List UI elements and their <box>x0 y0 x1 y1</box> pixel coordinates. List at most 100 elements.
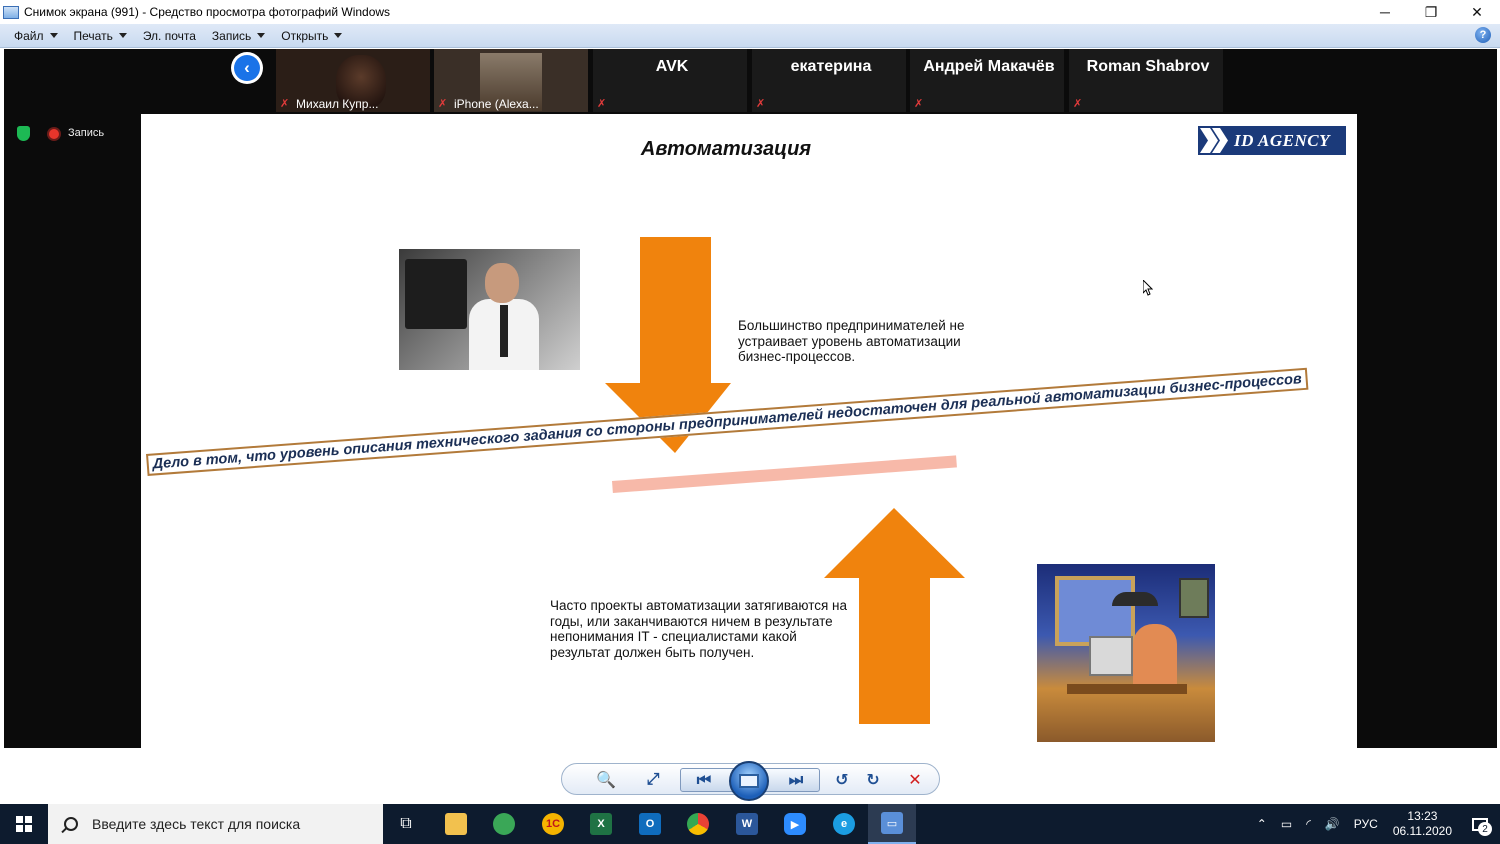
banner-underline <box>612 455 957 493</box>
mouse-cursor-icon <box>1143 280 1153 296</box>
chevron-down-icon <box>49 33 58 38</box>
edge-icon: e <box>833 813 855 835</box>
muted-mic-icon: ✗ <box>280 98 290 110</box>
zoom-app-button[interactable]: ▶ <box>771 804 819 844</box>
word-button[interactable]: W <box>723 804 771 844</box>
window-title: Снимок экрана (991) - Средство просмотра… <box>24 5 391 19</box>
next-icon: ⏭ <box>788 772 804 789</box>
participant-tile: Андрей Макачёв ✗ <box>910 49 1064 112</box>
menu-open[interactable]: Открыть <box>273 25 350 47</box>
photo-canvas[interactable]: ‹ ✗ Михаил Купр... ✗ iPhone (Alexa... AV… <box>4 49 1497 748</box>
excel-button[interactable]: X <box>577 804 625 844</box>
outlook-icon: O <box>639 813 661 835</box>
file-explorer-button[interactable] <box>432 804 480 844</box>
actual-size-icon: ⤢ <box>646 771 660 788</box>
previous-button[interactable]: ⏮ <box>689 769 719 793</box>
clock-time: 13:23 <box>1407 809 1438 823</box>
edge-button[interactable]: e <box>820 804 868 844</box>
menu-file-label: Файл <box>14 28 44 43</box>
photo-viewer-icon: ▭ <box>881 812 903 834</box>
delete-icon: ✕ <box>908 772 922 789</box>
window-titlebar: Снимок экрана (991) - Средство просмотра… <box>0 0 1500 24</box>
maps-icon <box>493 813 515 835</box>
clock-date: 06.11.2020 <box>1392 824 1452 838</box>
zoom-app-icon: ▶ <box>784 813 806 835</box>
slide-text-bottom: Часто проекты автоматизации затягиваются… <box>550 598 847 660</box>
muted-mic-icon: ✗ <box>756 98 766 110</box>
slide-text-top: Большинство предпринимателей не устраива… <box>738 318 965 364</box>
chevron-down-icon <box>118 33 127 38</box>
rotate-cw-button[interactable]: ↻ <box>858 768 888 792</box>
participant-name: iPhone (Alexa... <box>454 97 539 111</box>
excel-icon: X <box>590 813 612 835</box>
slide-title: Автоматизация <box>640 138 812 160</box>
participant-tile: екатерина ✗ <box>752 49 906 112</box>
zoom-icon: 🔍 <box>596 772 616 789</box>
participant-tile: Roman Shabrov ✗ <box>1069 49 1223 112</box>
start-button[interactable] <box>0 804 48 844</box>
rotate-ccw-icon: ↺ <box>835 772 849 789</box>
volume-icon[interactable]: 🔊 <box>1325 817 1340 831</box>
tray-chevron-icon[interactable]: ⌃ <box>1257 817 1267 831</box>
angry-businessman-image <box>399 249 580 370</box>
participant-tile: AVK ✗ <box>593 49 747 112</box>
id-agency-logo: ID AGENCY <box>1198 126 1346 155</box>
maximize-button[interactable]: ❐ <box>1408 0 1454 24</box>
help-icon[interactable]: ? <box>1475 27 1491 43</box>
security-shield-icon <box>17 126 30 141</box>
muted-mic-icon: ✗ <box>914 98 924 110</box>
chrome-button[interactable] <box>674 804 722 844</box>
muted-mic-icon: ✗ <box>438 98 448 110</box>
participant-tile: ✗ iPhone (Alexa... <box>434 49 588 112</box>
previous-icon: ⏮ <box>696 772 712 789</box>
notification-count: 2 <box>1478 822 1492 836</box>
chevron-down-icon <box>334 33 343 38</box>
logo-text: ID AGENCY <box>1234 130 1330 150</box>
slideshow-button[interactable] <box>729 761 769 801</box>
photo-viewer-button[interactable]: ▭ <box>868 804 916 844</box>
participant-name: екатерина <box>790 58 872 75</box>
zoom-button[interactable]: 🔍 <box>584 768 628 792</box>
menu-file[interactable]: Файл <box>6 25 66 47</box>
minimize-button[interactable]: ─ <box>1362 0 1408 24</box>
gallery-back-button: ‹ <box>231 52 263 84</box>
chevron-down-icon <box>257 33 266 38</box>
close-button[interactable]: ✕ <box>1454 0 1500 24</box>
windows-logo-icon <box>16 816 32 832</box>
wifi-icon[interactable]: ◜ <box>1306 817 1311 831</box>
viewer-controls: 🔍 ⤢ ⏮ ⏭ ↺ ↻ ✕ <box>561 761 940 801</box>
next-button[interactable]: ⏭ <box>781 769 811 793</box>
menu-print[interactable]: Печать <box>66 25 135 47</box>
battery-icon[interactable]: ▭ <box>1281 817 1292 831</box>
muted-mic-icon: ✗ <box>597 98 607 110</box>
delete-button[interactable]: ✕ <box>900 768 930 792</box>
1c-icon: 1С <box>542 813 564 835</box>
logo-chevron-icon <box>1200 128 1228 153</box>
recording-label: Запись <box>68 127 105 139</box>
menu-burn[interactable]: Запись <box>204 25 273 47</box>
window-controls: ─ ❐ ✕ <box>1362 0 1500 24</box>
taskbar-search-input[interactable]: Введите здесь текст для поиска <box>48 804 383 844</box>
clock[interactable]: 13:23 06.11.2020 <box>1393 809 1452 839</box>
menu-print-label: Печать <box>73 28 113 43</box>
recording-icon <box>49 129 59 139</box>
menu-open-label: Открыть <box>281 28 329 43</box>
language-indicator[interactable]: РУС <box>1354 817 1378 831</box>
menu-email[interactable]: Эл. почта <box>135 25 204 47</box>
notifications-button[interactable]: 2 <box>1460 804 1500 844</box>
actual-size-button[interactable]: ⤢ <box>638 768 668 792</box>
search-placeholder: Введите здесь текст для поиска <box>92 816 301 832</box>
task-view-button[interactable]: ⧉ <box>382 804 430 844</box>
participant-name: Михаил Купр... <box>296 97 379 111</box>
slideshow-icon <box>739 774 759 788</box>
windows-taskbar: Введите здесь текст для поиска ⧉ 1С X O … <box>0 804 1500 844</box>
photo-viewer-app-icon <box>3 5 19 19</box>
menu-bar: Файл Печать Эл. почта Запись Открыть ? <box>0 24 1500 48</box>
1c-button[interactable]: 1С <box>529 804 577 844</box>
shared-slide: Автоматизация ID AGENCY Большинство пред… <box>141 114 1357 748</box>
folder-icon <box>445 813 467 835</box>
outlook-button[interactable]: O <box>626 804 674 844</box>
chevron-left-icon: ‹ <box>234 55 260 81</box>
rotate-ccw-button[interactable]: ↺ <box>827 768 857 792</box>
maps-button[interactable] <box>480 804 528 844</box>
